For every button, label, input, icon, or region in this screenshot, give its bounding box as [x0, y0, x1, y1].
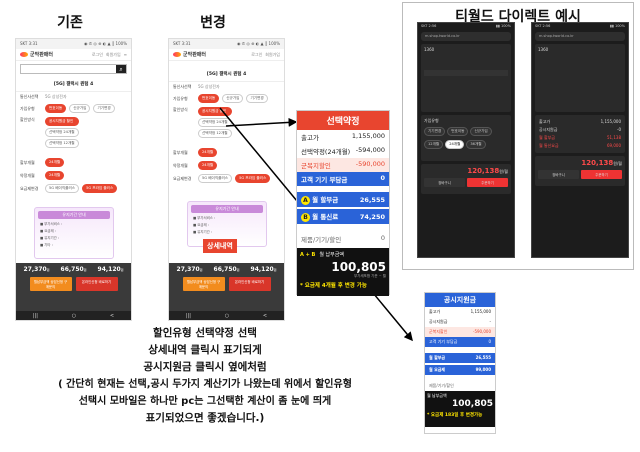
detail-b-row: B 월 통신료 74,250 — [297, 209, 389, 224]
arrow-to-detail — [225, 117, 298, 127]
detail-row: 선택약정(24개월) -594,000 — [301, 146, 385, 156]
tworld-screen-2: SKT 2:56 ▮▮ 100% m.shop.tworld.co.kr 1360… — [531, 22, 629, 258]
tworld-screen-1: SKT 2:56 ▮▮ 100% m.shop.tworld.co.kr 1360… — [417, 22, 515, 258]
detail-row: 출고가 1,155,000 — [301, 132, 385, 142]
subsidy-panel: 공시지원금 출고가 1,155,000 공시지원금 - 군복지할인 -590,000 … — [424, 292, 496, 434]
detail-total-value: 100,805 — [331, 260, 386, 274]
detail-a-row: A 월 할부금 26,555 — [297, 192, 389, 207]
contract-detail-panel: 선택약정 출고가 1,155,000 선택약정(24개월) -594,000 군복지… — [296, 110, 390, 296]
detail-tax: 제품/기기/할인 0 — [301, 234, 385, 244]
url-bar[interactable]: m.shop.tworld.co.kr — [421, 32, 511, 41]
detail-row: 고객 기기 부담금 0 — [297, 172, 389, 186]
detail-total: A + B월 납부금액 100,805 부가세포함 기준 ~ 월 * 요금제 4… — [297, 248, 389, 296]
detail-header: 선택약정 — [297, 111, 389, 130]
subsidy-header: 공시지원금 — [425, 293, 495, 307]
request-note: 할인유형 선택약정 선택 상세내역 클릭시 표기되게 공시지원금 클릭시 옆에처… — [58, 327, 352, 424]
detail-row: 군복지할인 -590,000 — [297, 158, 389, 172]
subsidy-total: 월 납부금액 100,805 * 요금제 183일 후 변경가능 — [425, 391, 495, 427]
